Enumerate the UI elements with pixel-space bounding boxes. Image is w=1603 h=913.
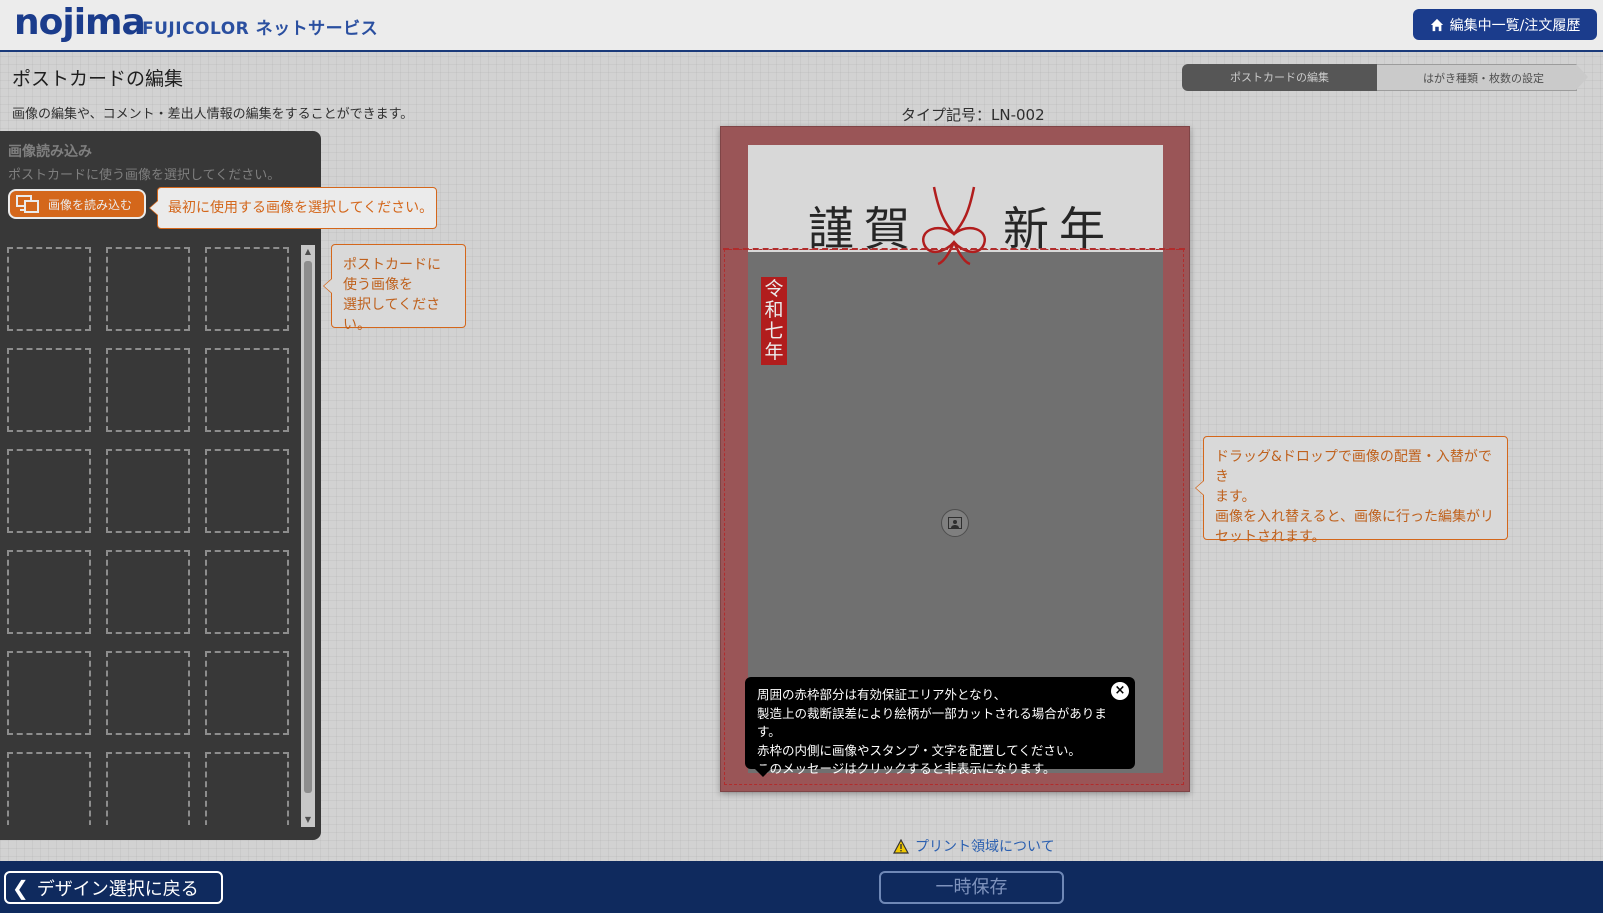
warning-icon xyxy=(893,838,909,854)
drag-drop-tooltip: ドラッグ&ドロップで画像の配置・入替ができ ます。 画像を入れ替えると、画像に行… xyxy=(1195,436,1508,545)
thumbnail-slot[interactable] xyxy=(205,247,289,331)
computer-upload-icon xyxy=(16,195,39,213)
scroll-up-arrow-icon[interactable]: ▲ xyxy=(301,245,315,259)
thumbnail-scrollbar[interactable]: ▲ ▼ xyxy=(301,245,315,827)
back-button-label: デザイン選択に戻る xyxy=(36,878,199,900)
tooltip-line: 選択してください。 xyxy=(343,297,441,333)
tooltip-line: ポストカードに xyxy=(343,257,441,273)
nojima-logo[interactable]: nojima xyxy=(14,2,146,43)
notice-line: 製造上の裁断誤差により絵柄が一部カットされる場合があります。 xyxy=(757,705,1107,740)
type-code: タイプ記号：LN-002 xyxy=(901,106,1045,124)
print-area-notice[interactable]: 周囲の赤枠部分は有効保証エリア外となり、 製造上の裁断誤差により絵柄が一部カット… xyxy=(745,677,1135,777)
app-header: nojima FUJICOLOR ネットサービス 編集中一覧/注文履歴 xyxy=(0,0,1603,52)
image-load-panel: 画像読み込み ポストカードに使う画像を選択してください。 画像を読み込む ▲ ▼ xyxy=(0,131,321,840)
fujicolor-net-service-logo: FUJICOLOR ネットサービス xyxy=(142,19,379,39)
thumbnail-slot[interactable] xyxy=(106,752,190,825)
era-text: 令和七年 xyxy=(764,278,784,363)
image-placeholder-icon[interactable] xyxy=(941,509,969,537)
print-area-link[interactable]: プリント領域について xyxy=(893,836,1055,856)
thumbnail-slot[interactable] xyxy=(106,348,190,432)
tooltip-line: 画像を入れ替えると、画像に行った編集がリ xyxy=(1215,509,1495,525)
load-image-tooltip: 最初に使用する画像を選択してください。 xyxy=(149,187,437,229)
load-image-label: 画像を読み込む xyxy=(48,197,133,212)
thumbnail-slot[interactable] xyxy=(205,348,289,432)
page-description: 画像の編集や、コメント・差出人情報の編集をすることができます。 xyxy=(12,107,414,122)
thumbnail-tooltip: ポストカードに 使う画像を 選択してください。 xyxy=(323,244,466,333)
print-area-label: プリント領域について xyxy=(915,839,1055,855)
tooltip-line: ドラッグ&ドロップで画像の配置・入替ができ xyxy=(1215,449,1492,485)
thumbnail-slot[interactable] xyxy=(7,449,91,533)
scroll-down-arrow-icon[interactable]: ▼ xyxy=(301,813,315,827)
tooltip-line: セットされます。 xyxy=(1215,529,1326,545)
thumbnail-slot[interactable] xyxy=(7,752,91,825)
thumbnail-slot[interactable] xyxy=(106,651,190,735)
thumbnail-slot[interactable] xyxy=(106,550,190,634)
thumbnail-slot[interactable] xyxy=(205,449,289,533)
thumbnail-slot[interactable] xyxy=(7,550,91,634)
edit-history-label: 編集中一覧/注文履歴 xyxy=(1449,17,1581,34)
footer-bar: ❮ デザイン選択に戻る 一時保存 xyxy=(0,861,1603,913)
era-stamp[interactable]: 令和七年 xyxy=(761,277,787,365)
notice-line: 赤枠の内側に画像やスタンプ・文字を配置してください。 xyxy=(757,742,1081,758)
edit-history-button[interactable]: 編集中一覧/注文履歴 xyxy=(1413,9,1597,40)
thumbnail-slot[interactable] xyxy=(205,651,289,735)
tooltip-line: 使う画像を xyxy=(343,277,413,293)
load-image-button[interactable]: 画像を読み込む xyxy=(8,189,146,219)
step-edit-postcard: ポストカードの編集 xyxy=(1182,64,1389,91)
tooltip-line: ます。 xyxy=(1215,489,1256,505)
thumbnail-slot[interactable] xyxy=(7,651,91,735)
scroll-thumb[interactable] xyxy=(304,261,312,793)
thumbnail-slot[interactable] xyxy=(205,550,289,634)
close-icon[interactable]: × xyxy=(1111,682,1129,700)
thumbnail-slot[interactable] xyxy=(7,348,91,432)
thumbnail-grid xyxy=(7,247,297,825)
temporary-save-button[interactable]: 一時保存 xyxy=(879,871,1064,904)
notice-line: このメッセージはクリックすると非表示になります。 xyxy=(757,761,1056,776)
thumbnail-slot[interactable] xyxy=(205,752,289,825)
back-to-design-button[interactable]: ❮ デザイン選択に戻る xyxy=(4,871,223,904)
step-indicator: ポストカードの編集 はがき種類・枚数の設定 xyxy=(1182,64,1588,91)
notice-line: 周囲の赤枠部分は有効保証エリア外となり、 xyxy=(757,687,1007,702)
chevron-left-icon: ❮ xyxy=(12,875,29,900)
thumbnail-slot[interactable] xyxy=(7,247,91,331)
image-load-title: 画像読み込み xyxy=(8,144,92,160)
page-title: ポストカードの編集 xyxy=(12,68,184,90)
step-card-settings: はがき種類・枚数の設定 xyxy=(1377,64,1588,91)
thumbnail-slot[interactable] xyxy=(106,449,190,533)
image-load-subtitle: ポストカードに使う画像を選択してください。 xyxy=(8,168,281,183)
home-icon xyxy=(1430,18,1443,31)
thumbnail-slot[interactable] xyxy=(106,247,190,331)
person-photo-icon xyxy=(948,517,962,529)
